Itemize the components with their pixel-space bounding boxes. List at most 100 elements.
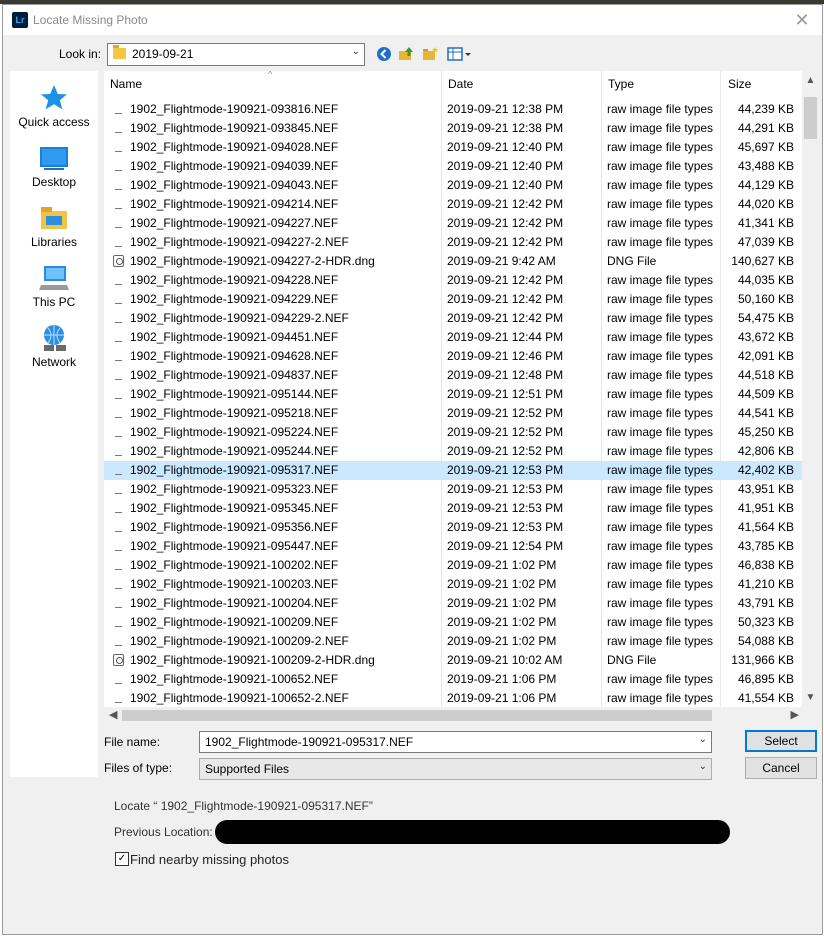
table-row[interactable]: 1902_Flightmode-190921-095244.NEF 2019-09… bbox=[104, 442, 802, 461]
cancel-button[interactable]: Cancel bbox=[745, 757, 817, 779]
raw-file-icon bbox=[115, 239, 122, 247]
file-name-cell: 1902_Flightmode-190921-100209-2.NEF bbox=[130, 634, 349, 648]
file-size-cell: 42,806 KB bbox=[737, 444, 794, 458]
table-row[interactable]: 1902_Flightmode-190921-095345.NEF 2019-09… bbox=[104, 499, 802, 518]
file-name-cell: 1902_Flightmode-190921-095356.NEF bbox=[130, 520, 339, 534]
back-icon[interactable] bbox=[375, 46, 393, 62]
chevron-down-icon[interactable]: ⌄ bbox=[699, 734, 707, 745]
close-icon[interactable]: ✕ bbox=[790, 9, 814, 31]
file-size-cell: 44,541 KB bbox=[737, 406, 794, 420]
file-size-cell: 50,160 KB bbox=[737, 292, 794, 306]
column-header-size[interactable]: Size bbox=[728, 71, 751, 97]
place-network[interactable]: Network bbox=[10, 323, 98, 369]
file-date-cell: 2019-09-21 12:53 PM bbox=[447, 482, 564, 496]
file-date-cell: 2019-09-21 1:02 PM bbox=[447, 596, 557, 610]
file-size-cell: 43,951 KB bbox=[737, 482, 794, 496]
raw-file-icon bbox=[115, 144, 122, 152]
file-date-cell: 2019-09-21 12:52 PM bbox=[447, 406, 564, 420]
chevron-down-icon: ⌄ bbox=[351, 46, 360, 57]
vertical-scroll-thumb[interactable] bbox=[804, 97, 817, 139]
raw-file-icon bbox=[115, 163, 122, 171]
table-row[interactable]: 1902_Flightmode-190921-094228.NEF 2019-09… bbox=[104, 271, 802, 290]
file-date-cell: 2019-09-21 12:42 PM bbox=[447, 216, 564, 230]
raw-file-icon bbox=[115, 543, 122, 551]
column-header-type[interactable]: Type bbox=[608, 71, 634, 97]
raw-file-icon bbox=[115, 372, 122, 380]
file-type-cell: raw image file types bbox=[607, 672, 714, 686]
file-date-cell: 2019-09-21 1:02 PM bbox=[447, 558, 557, 572]
table-row[interactable]: 1902_Flightmode-190921-100209.NEF 2019-09… bbox=[104, 613, 802, 632]
file-date-cell: 2019-09-21 12:42 PM bbox=[447, 292, 564, 306]
file-name-cell: 1902_Flightmode-190921-094043.NEF bbox=[130, 178, 339, 192]
place-libraries[interactable]: Libraries bbox=[10, 203, 98, 249]
title-bar: Lr Locate Missing Photo ✕ bbox=[3, 5, 822, 35]
table-row[interactable]: 1902_Flightmode-190921-095317.NEF 2019-09… bbox=[104, 461, 802, 480]
file-date-cell: 2019-09-21 12:46 PM bbox=[447, 349, 564, 363]
table-row[interactable]: 1902_Flightmode-190921-094043.NEF 2019-09… bbox=[104, 176, 802, 195]
table-row[interactable]: 1902_Flightmode-190921-095218.NEF 2019-09… bbox=[104, 404, 802, 423]
place-this-pc[interactable]: This PC bbox=[10, 263, 98, 309]
table-row[interactable]: 1902_Flightmode-190921-100652-2.NEF 2019-… bbox=[104, 689, 802, 707]
column-header-name[interactable]: Name bbox=[110, 71, 142, 97]
table-row[interactable]: 1902_Flightmode-190921-093816.NEF 2019-09… bbox=[104, 100, 802, 119]
horizontal-scroll-thumb[interactable] bbox=[122, 710, 712, 721]
lightroom-app-icon: Lr bbox=[12, 12, 28, 28]
look-in-value: 2019-09-21 bbox=[132, 47, 194, 61]
table-row[interactable]: 1902_Flightmode-190921-094214.NEF 2019-09… bbox=[104, 195, 802, 214]
file-name-input[interactable]: 1902_Flightmode-190921-095317.NEF ⌄ bbox=[199, 731, 712, 753]
file-name-cell: 1902_Flightmode-190921-094229-2.NEF bbox=[130, 311, 349, 325]
table-row[interactable]: 1902_Flightmode-190921-094229.NEF 2019-09… bbox=[104, 290, 802, 309]
table-row[interactable]: 1902_Flightmode-190921-094229-2.NEF 2019-… bbox=[104, 309, 802, 328]
table-row[interactable]: 1902_Flightmode-190921-094451.NEF 2019-09… bbox=[104, 328, 802, 347]
find-nearby-label[interactable]: Find nearby missing photos bbox=[130, 852, 289, 867]
raw-file-icon bbox=[115, 695, 122, 703]
scroll-up-icon[interactable]: ▲ bbox=[802, 75, 819, 86]
table-row[interactable]: 1902_Flightmode-190921-094628.NEF 2019-09… bbox=[104, 347, 802, 366]
table-row[interactable]: 1902_Flightmode-190921-100204.NEF 2019-09… bbox=[104, 594, 802, 613]
file-size-cell: 41,951 KB bbox=[737, 501, 794, 515]
file-type-cell: raw image file types bbox=[607, 330, 714, 344]
table-row[interactable]: 1902_Flightmode-190921-095323.NEF 2019-09… bbox=[104, 480, 802, 499]
look-in-dropdown[interactable]: 2019-09-21 ⌄ bbox=[107, 43, 365, 66]
table-row[interactable]: 1902_Flightmode-190921-100652.NEF 2019-09… bbox=[104, 670, 802, 689]
file-size-cell: 50,323 KB bbox=[737, 615, 794, 629]
find-nearby-checkbox[interactable]: ✓ bbox=[115, 852, 129, 866]
file-name-value: 1902_Flightmode-190921-095317.NEF bbox=[205, 735, 414, 749]
file-type-cell: raw image file types bbox=[607, 501, 714, 515]
table-row[interactable]: 1902_Flightmode-190921-100209-2-HDR.dng 2… bbox=[104, 651, 802, 670]
scroll-down-icon[interactable]: ▼ bbox=[802, 692, 819, 703]
column-header-date[interactable]: Date bbox=[448, 71, 473, 97]
table-row[interactable]: 1902_Flightmode-190921-095144.NEF 2019-09… bbox=[104, 385, 802, 404]
vertical-scrollbar[interactable]: ▲ ▼ bbox=[802, 71, 819, 707]
file-type-cell: raw image file types bbox=[607, 406, 714, 420]
table-row[interactable]: 1902_Flightmode-190921-093845.NEF 2019-09… bbox=[104, 119, 802, 138]
place-quick-access[interactable]: Quick access bbox=[10, 83, 98, 129]
file-size-cell: 43,672 KB bbox=[737, 330, 794, 344]
place-desktop[interactable]: Desktop bbox=[10, 143, 98, 189]
table-row[interactable]: 1902_Flightmode-190921-094227.NEF 2019-09… bbox=[104, 214, 802, 233]
table-row[interactable]: 1902_Flightmode-190921-100202.NEF 2019-09… bbox=[104, 556, 802, 575]
table-row[interactable]: 1902_Flightmode-190921-095447.NEF 2019-09… bbox=[104, 537, 802, 556]
files-of-type-dropdown[interactable]: Supported Files ⌄ bbox=[199, 758, 712, 780]
file-size-cell: 43,791 KB bbox=[737, 596, 794, 610]
file-size-cell: 43,488 KB bbox=[737, 159, 794, 173]
view-menu-icon[interactable] bbox=[447, 46, 473, 62]
file-type-cell: raw image file types bbox=[607, 273, 714, 287]
file-date-cell: 2019-09-21 12:48 PM bbox=[447, 368, 564, 382]
table-row[interactable]: 1902_Flightmode-190921-094227-2.NEF 2019-… bbox=[104, 233, 802, 252]
scroll-left-icon[interactable]: ◀ bbox=[109, 708, 117, 721]
horizontal-scrollbar[interactable]: ◀ ▶ bbox=[104, 707, 802, 724]
new-folder-icon[interactable] bbox=[421, 46, 439, 62]
table-row[interactable]: 1902_Flightmode-190921-094028.NEF 2019-09… bbox=[104, 138, 802, 157]
up-folder-icon[interactable] bbox=[397, 46, 415, 62]
table-row[interactable]: 1902_Flightmode-190921-094837.NEF 2019-09… bbox=[104, 366, 802, 385]
locate-message: Locate “ 1902_Flightmode-190921-095317.N… bbox=[114, 799, 373, 813]
table-row[interactable]: 1902_Flightmode-190921-095224.NEF 2019-09… bbox=[104, 423, 802, 442]
table-row[interactable]: 1902_Flightmode-190921-100209-2.NEF 2019-… bbox=[104, 632, 802, 651]
scroll-right-icon[interactable]: ▶ bbox=[791, 708, 799, 721]
table-row[interactable]: 1902_Flightmode-190921-094039.NEF 2019-09… bbox=[104, 157, 802, 176]
table-row[interactable]: 1902_Flightmode-190921-095356.NEF 2019-09… bbox=[104, 518, 802, 537]
table-row[interactable]: 1902_Flightmode-190921-094227-2-HDR.dng 2… bbox=[104, 252, 802, 271]
table-row[interactable]: 1902_Flightmode-190921-100203.NEF 2019-09… bbox=[104, 575, 802, 594]
select-button[interactable]: Select bbox=[745, 730, 817, 752]
